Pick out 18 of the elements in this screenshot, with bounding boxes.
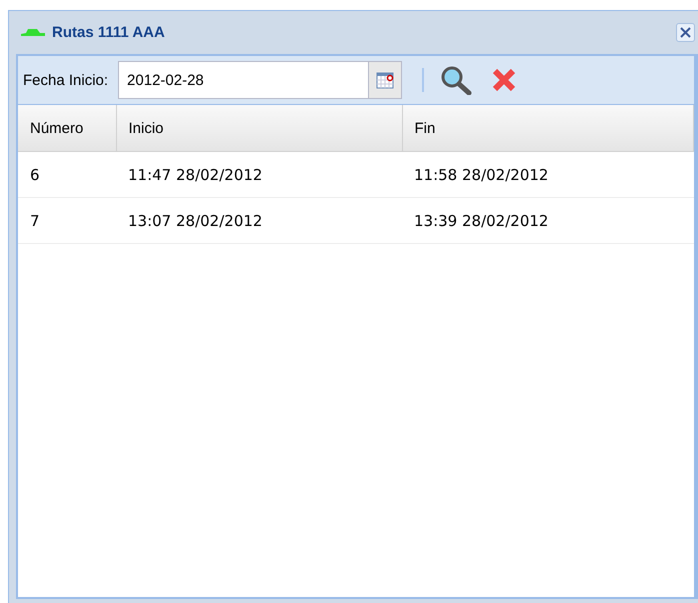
table-cell: 13:39 28/02/2012 xyxy=(402,198,694,244)
close-button[interactable] xyxy=(676,23,695,42)
table-cell: 7 xyxy=(18,198,116,244)
table-cell: 11:58 28/02/2012 xyxy=(402,152,694,198)
delete-button[interactable] xyxy=(492,68,516,92)
column-header[interactable]: Fin xyxy=(402,105,694,152)
date-label: Fecha Inicio: xyxy=(23,72,108,88)
table-cell: 11:47 28/02/2012 xyxy=(116,152,402,198)
search-button[interactable] xyxy=(440,65,472,95)
close-icon xyxy=(679,26,692,39)
column-header[interactable]: Número xyxy=(18,105,116,152)
window-title: Rutas 1111 AAA xyxy=(52,24,165,41)
calendar-icon[interactable] xyxy=(368,61,402,99)
table-cell: 6 xyxy=(18,152,116,198)
column-header[interactable]: Inicio xyxy=(116,105,402,152)
car-icon xyxy=(20,28,46,38)
table-cell: 13:07 28/02/2012 xyxy=(116,198,402,244)
date-field[interactable]: 2012-02-28 xyxy=(118,61,368,99)
